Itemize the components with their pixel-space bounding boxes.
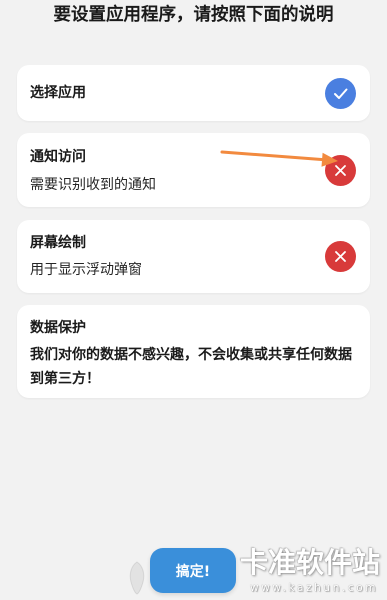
step-card-screen-overlay[interactable]: 屏幕绘制 用于显示浮动弹窗 bbox=[17, 220, 370, 293]
step-subtitle: 需要识别收到的通知 bbox=[30, 177, 156, 193]
privacy-body: 我们对你的数据不感兴趣，不会收集或共享任何数据到第三方！ bbox=[30, 347, 352, 387]
close-icon bbox=[325, 241, 356, 272]
setup-screen: 要设置应用程序，请按照下面的说明 选择应用 通知访问 需要识别收到的通知 屏幕绘… bbox=[0, 0, 387, 600]
page-title: 要设置应用程序，请按照下面的说明 bbox=[53, 5, 334, 25]
privacy-card: 数据保护 我们对你的数据不感兴趣，不会收集或共享任何数据到第三方！ bbox=[17, 305, 370, 398]
step-subtitle: 用于显示浮动弹窗 bbox=[30, 262, 142, 278]
watermark-name: 卡准软件站 bbox=[240, 546, 381, 579]
step-title: 通知访问 bbox=[30, 149, 86, 165]
privacy-title: 数据保护 bbox=[30, 320, 86, 336]
step-title: 屏幕绘制 bbox=[30, 235, 86, 251]
check-icon bbox=[325, 78, 356, 109]
step-title: 选择应用 bbox=[30, 85, 86, 101]
step-card-select-app[interactable]: 选择应用 bbox=[17, 65, 370, 121]
kazhun-logo-icon bbox=[129, 561, 145, 595]
arrow-right-icon bbox=[220, 150, 338, 167]
done-button[interactable]: 搞定! bbox=[150, 548, 236, 593]
watermark-url: www.kazhun.com bbox=[250, 582, 379, 594]
